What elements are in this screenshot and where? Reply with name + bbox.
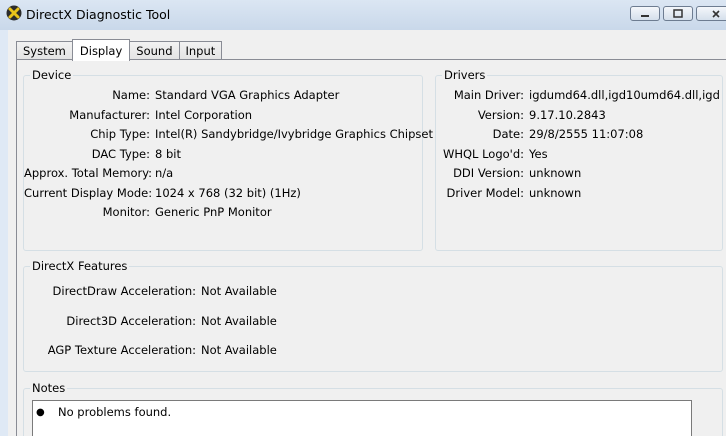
device-manufacturer-label: Manufacturer: (69, 108, 150, 122)
device-row-name: Name: Standard VGA Graphics Adapter (24, 88, 339, 103)
drivers-row-driver-model: Driver Model: unknown (436, 186, 582, 201)
device-row-display-mode: Current Display Mode: 1024 x 768 (32 bit… (24, 186, 301, 201)
feature-row-direct3d: Direct3D Acceleration: Not Available (24, 314, 276, 329)
tab-sound[interactable]: Sound (129, 41, 180, 60)
directx-app-icon (6, 5, 22, 21)
drivers-whql-label: WHQL Logo'd: (442, 147, 524, 161)
tab-system[interactable]: System (16, 41, 73, 60)
notes-item: No problems found. (58, 405, 172, 419)
feature-agp-texture-value: Not Available (201, 343, 277, 357)
device-manufacturer-value: Intel Corporation (155, 108, 253, 122)
drivers-main-driver-label: Main Driver: (453, 88, 524, 102)
notes-text-box[interactable]: ● No problems found. (32, 400, 692, 436)
drivers-row-whql: WHQL Logo'd: Yes (436, 147, 548, 162)
drivers-group: Drivers Main Driver: igdumd64.dll,igd10u… (435, 68, 723, 251)
drivers-ddi-version-value: unknown (529, 166, 582, 180)
notes-group-label: Notes (30, 381, 68, 395)
device-name-value: Standard VGA Graphics Adapter (155, 88, 340, 102)
device-dac-type-value: 8 bit (155, 147, 181, 161)
close-icon (712, 9, 720, 18)
drivers-group-label: Drivers (442, 68, 488, 82)
feature-directdraw-value: Not Available (201, 284, 277, 298)
drivers-row-date: Date: 29/8/2555 11:07:08 (436, 127, 644, 142)
device-row-monitor: Monitor: Generic PnP Monitor (24, 205, 272, 220)
drivers-row-main-driver: Main Driver: igdumd64.dll,igd10umd64.dll… (436, 88, 719, 103)
window-title: DirectX Diagnostic Tool (26, 7, 171, 22)
device-monitor-value: Generic PnP Monitor (155, 205, 272, 219)
device-dac-type-label: DAC Type: (91, 147, 150, 161)
device-row-chip-type: Chip Type: Intel(R) Sandybridge/Ivybridg… (24, 127, 433, 142)
display-tab-panel: Device Name: Standard VGA Graphics Adapt… (16, 59, 726, 436)
feature-row-agp-texture: AGP Texture Acceleration: Not Available (24, 343, 277, 358)
client-area: System Display Sound Input Device Name: … (8, 30, 726, 436)
title-bar[interactable]: DirectX Diagnostic Tool (0, 0, 726, 30)
tab-display[interactable]: Display (71, 39, 131, 61)
directx-features-group-label: DirectX Features (30, 259, 130, 273)
drivers-whql-value: Yes (529, 147, 548, 161)
device-chip-type-value: Intel(R) Sandybridge/Ivybridge Graphics … (155, 127, 433, 141)
drivers-date-value: 29/8/2555 11:07:08 (529, 127, 644, 141)
minimize-button[interactable] (630, 6, 660, 21)
feature-directdraw-label: DirectDraw Acceleration: (52, 284, 196, 298)
device-display-mode-value: 1024 x 768 (32 bit) (1Hz) (155, 186, 301, 200)
drivers-version-value: 9.17.10.2843 (529, 108, 606, 122)
device-name-label: Name: (112, 88, 150, 102)
drivers-main-driver-value: igdumd64.dll,igd10umd64.dll,igd10um (529, 88, 719, 102)
drivers-row-ddi-version: DDI Version: unknown (436, 166, 581, 181)
device-memory-value: n/a (155, 166, 174, 180)
drivers-date-label: Date: (492, 127, 524, 141)
maximize-button[interactable] (663, 6, 693, 21)
directx-features-group: DirectX Features DirectDraw Acceleration… (23, 259, 723, 372)
device-group-label: Device (30, 68, 74, 82)
feature-direct3d-value: Not Available (201, 314, 277, 328)
device-chip-type-label: Chip Type: (90, 127, 150, 141)
device-row-dac-type: DAC Type: 8 bit (24, 147, 181, 162)
drivers-version-label: Version: (477, 108, 524, 122)
feature-agp-texture-label: AGP Texture Acceleration: (47, 343, 196, 357)
drivers-ddi-version-label: DDI Version: (453, 166, 524, 180)
device-memory-label: Approx. Total Memory: (24, 166, 153, 180)
drivers-row-version: Version: 9.17.10.2843 (436, 108, 606, 123)
close-button[interactable] (696, 6, 726, 21)
device-monitor-label: Monitor: (102, 205, 150, 219)
device-row-memory: Approx. Total Memory: n/a (24, 166, 173, 181)
tab-input[interactable]: Input (178, 41, 223, 60)
maximize-icon (673, 9, 683, 18)
device-group: Device Name: Standard VGA Graphics Adapt… (23, 68, 433, 251)
drivers-driver-model-label: Driver Model: (446, 186, 524, 200)
feature-direct3d-label: Direct3D Acceleration: (66, 314, 196, 328)
feature-row-directdraw: DirectDraw Acceleration: Not Available (24, 284, 277, 299)
bullet-icon: ● (36, 407, 45, 418)
minimize-icon (641, 14, 649, 17)
device-display-mode-label: Current Display Mode: (24, 186, 153, 200)
device-row-manufacturer: Manufacturer: Intel Corporation (24, 108, 252, 123)
notes-group: Notes ● No problems found. (23, 381, 723, 436)
drivers-driver-model-value: unknown (529, 186, 582, 200)
tab-strip: System Display Sound Input (16, 38, 223, 61)
